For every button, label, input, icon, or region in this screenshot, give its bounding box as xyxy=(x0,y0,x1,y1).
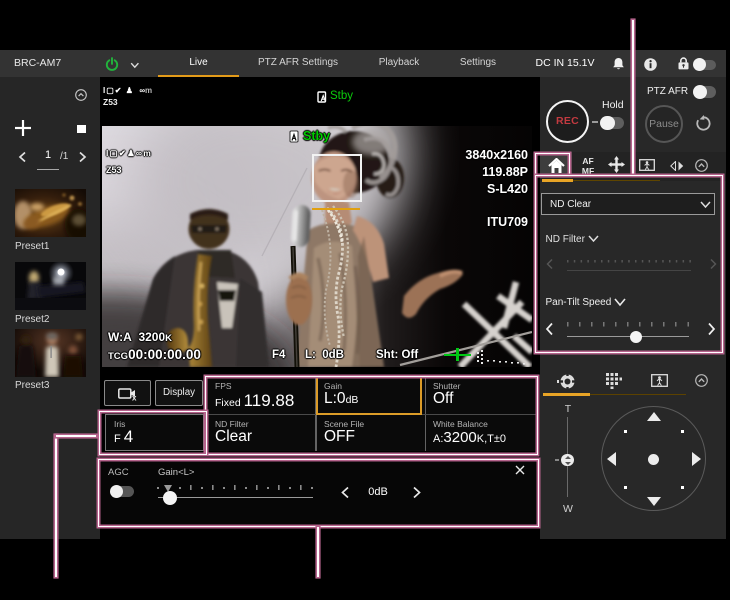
svg-text:x: x xyxy=(132,394,137,402)
